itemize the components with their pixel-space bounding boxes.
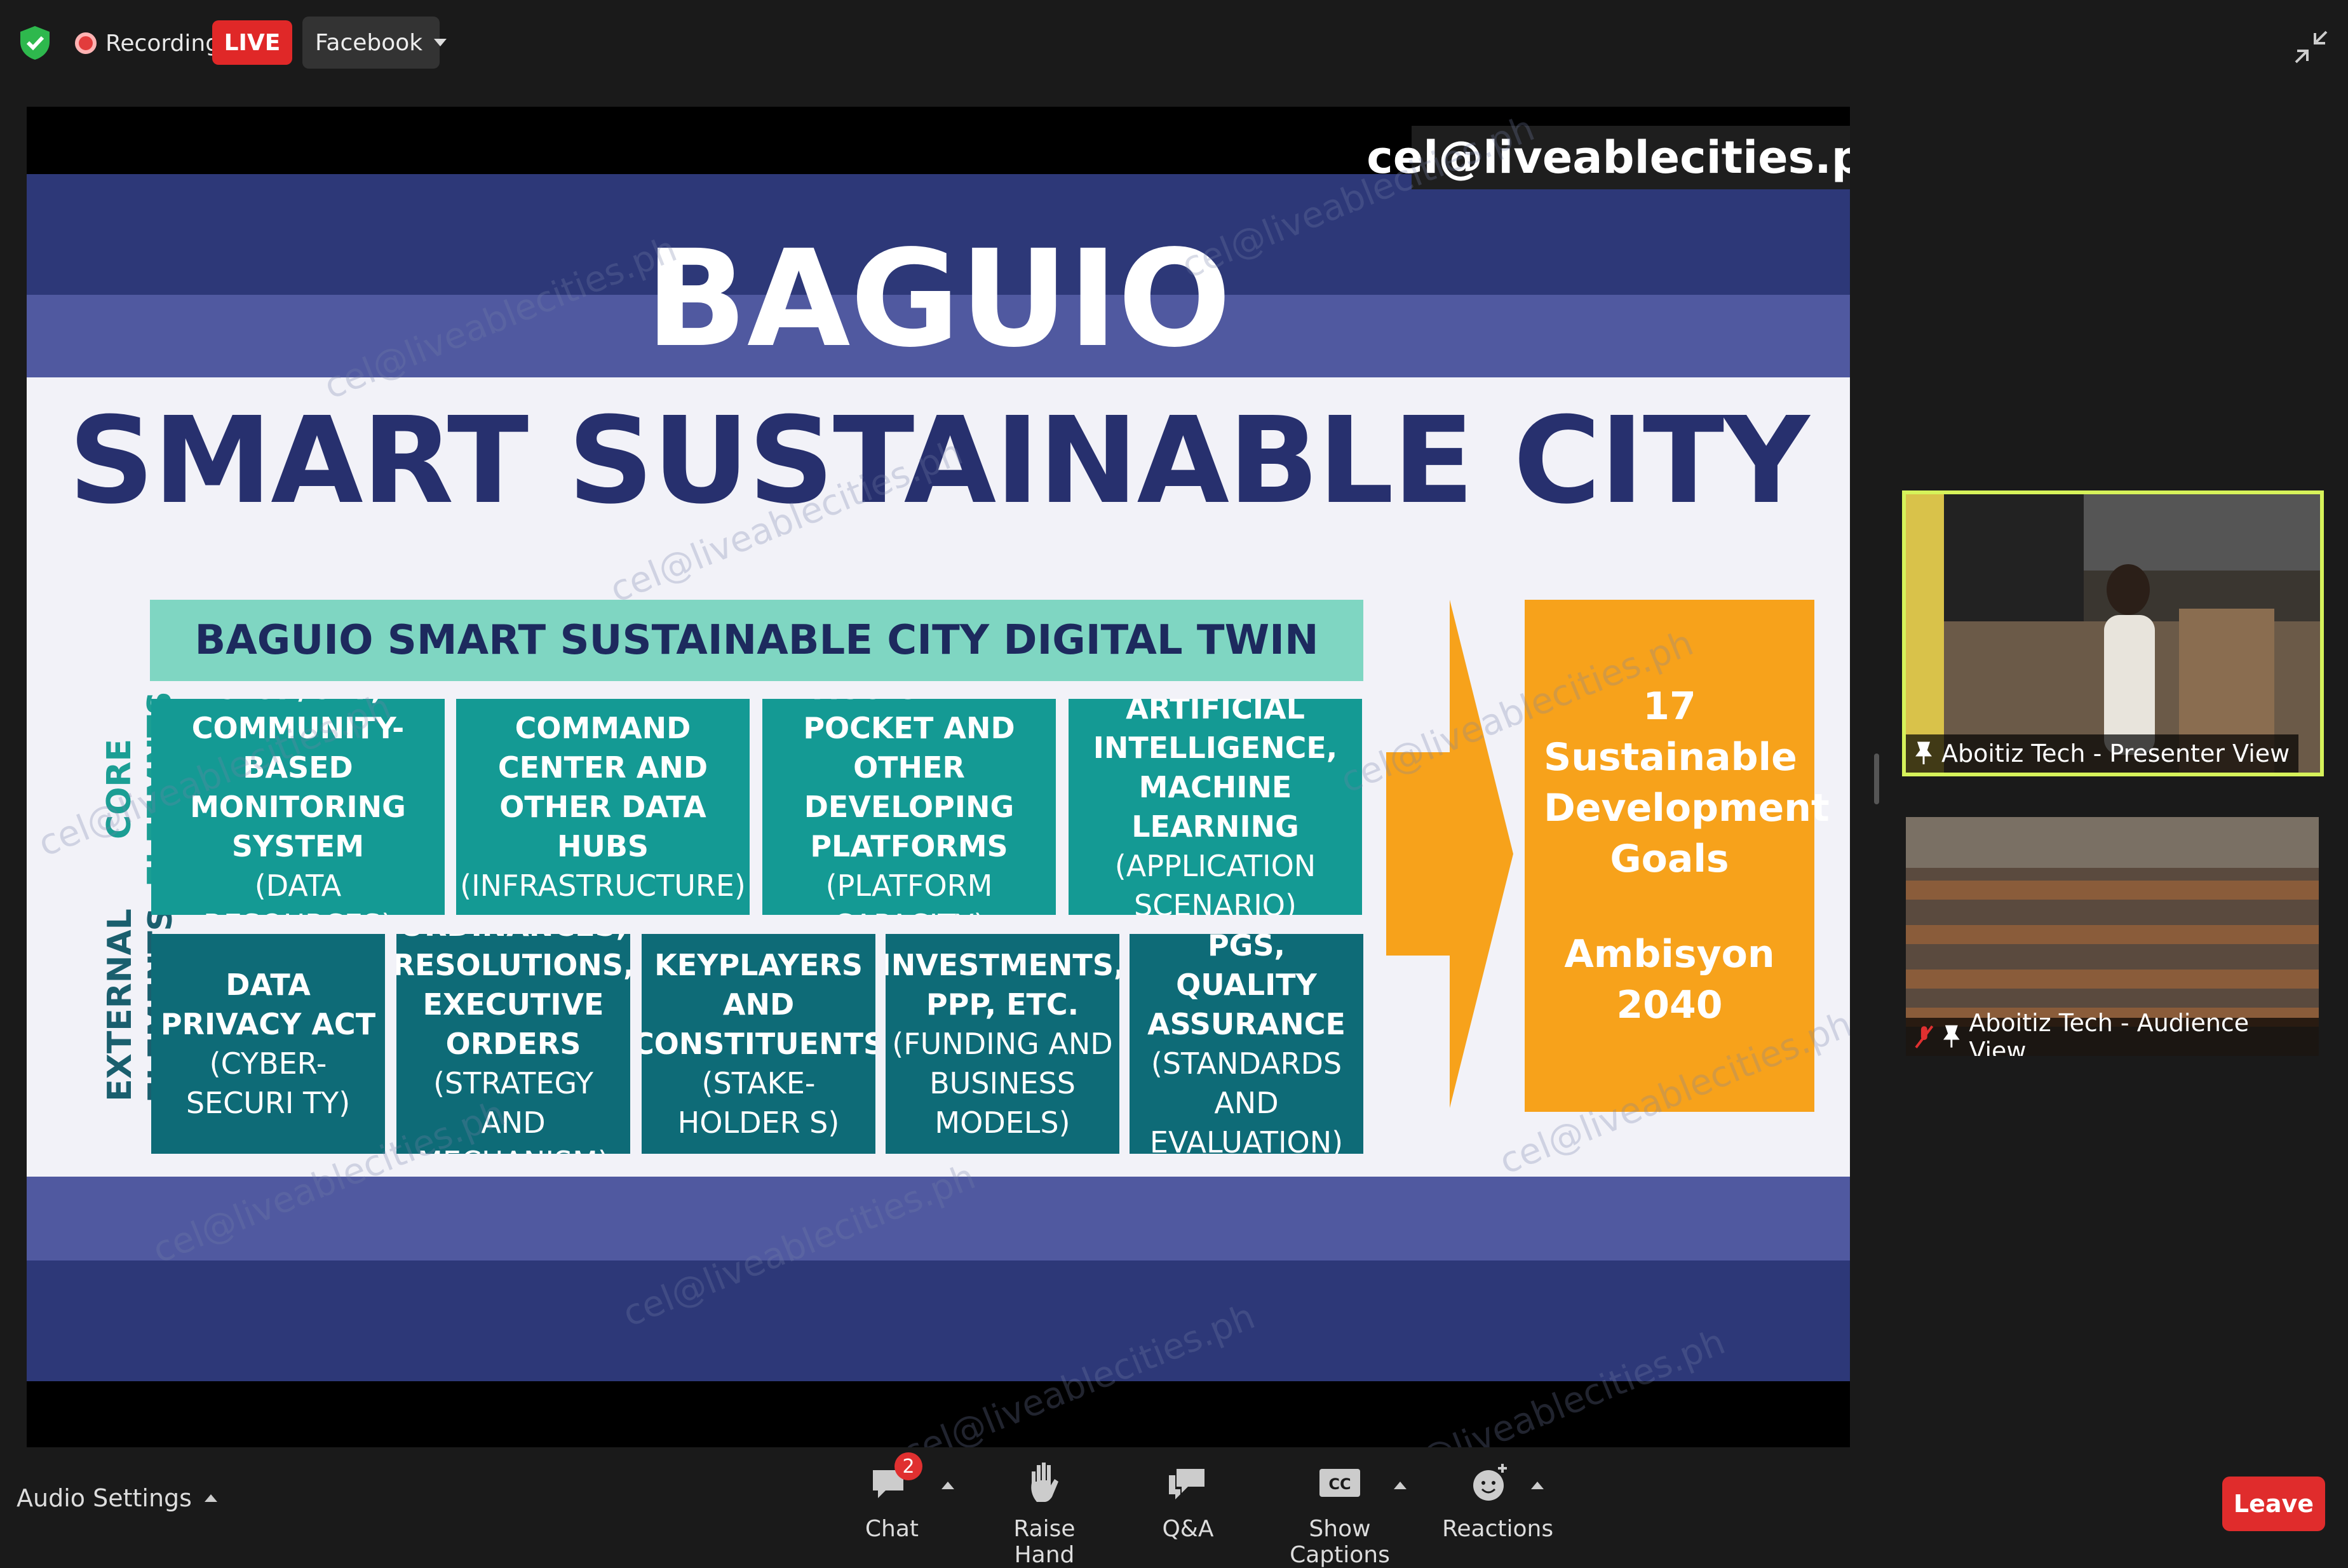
participant-name-bar: Aboitiz Tech - Presenter View [1906, 734, 2299, 773]
core-box-title: BAGUIO IN MY POCKET AND OTHER DEVELOPING… [792, 699, 1027, 863]
core-box-title: ARTIFICIAL INTELLIGENCE, MACHINE LEARNIN… [1093, 699, 1338, 844]
external-box-title: KEYPLAYERS AND CONSTITUENTS [642, 948, 875, 1061]
participant-video-audience[interactable]: Aboitiz Tech - Audience View [1906, 817, 2319, 1056]
external-box-title: ORDINANCES, RESOLUTIONS, EXECUTIVE ORDER… [396, 934, 630, 1061]
audio-settings-button[interactable]: Audio Settings [17, 1484, 217, 1512]
security-shield-icon[interactable] [17, 24, 53, 61]
show-captions-label: Show Captions [1290, 1516, 1390, 1568]
qa-icon [1163, 1457, 1213, 1508]
external-box-data-privacy: DATA PRIVACY ACT (CYBER-SECURI TY) [151, 934, 385, 1154]
meeting-controls-bar: Audio Settings 2 Chat Raise Hand Q&A CC … [0, 1449, 2348, 1568]
raise-hand-icon [1019, 1457, 1070, 1508]
arrow-right-icon [1386, 600, 1513, 1108]
audio-settings-label: Audio Settings [17, 1484, 192, 1512]
external-box-pgs: PGS, QUALITY ASSURANCE (STANDARDS AND EV… [1130, 934, 1363, 1154]
core-box-sub: (PLATFORM CAPACITY) [825, 868, 993, 915]
cc-icon-text: CC [1328, 1475, 1351, 1493]
closed-captions-icon: CC [1314, 1457, 1365, 1508]
external-box-title: DATA PRIVACY ACT [160, 968, 376, 1041]
core-box-sub: (APPLICATION SCENARIO) [1114, 849, 1316, 915]
shared-screen: cel@liveablecities.ph BAGUIO SMART SUSTA… [27, 107, 1850, 1447]
show-captions-button[interactable]: CC Show Captions [1267, 1457, 1413, 1568]
pin-icon [1915, 741, 1932, 764]
muted-mic-icon [1915, 1025, 1934, 1048]
core-box-title: COMMAND CENTER AND OTHER DATA HUBS [497, 711, 708, 863]
recording-indicator[interactable]: Recording [75, 24, 220, 62]
recording-label: Recording [105, 30, 220, 57]
chevron-down-icon [434, 39, 447, 46]
core-box-platform-capacity: BAGUIO IN MY POCKET AND OTHER DEVELOPING… [762, 699, 1056, 915]
reactions-options-chevron-up-icon[interactable] [1531, 1482, 1544, 1489]
stream-destination-label: Facebook [315, 29, 423, 56]
captions-options-chevron-up-icon[interactable] [1394, 1482, 1407, 1489]
participant-name: Aboitiz Tech - Presenter View [1941, 740, 2290, 767]
ambisyon-text: Ambisyon 2040 [1564, 932, 1775, 1027]
external-box-keyplayers: KEYPLAYERS AND CONSTITUENTS (STAKE-HOLDE… [642, 934, 875, 1154]
external-box-sub: (CYBER-SECURI TY) [186, 1046, 351, 1120]
external-label-line1: EXTERNAL [101, 909, 139, 1102]
participant-name-bar: Aboitiz Tech - Audience View [1906, 1009, 2319, 1056]
chat-button[interactable]: 2 Chat [864, 1452, 922, 1542]
qa-button[interactable]: Q&A [1156, 1457, 1220, 1542]
qa-label: Q&A [1162, 1516, 1214, 1542]
live-badge[interactable]: LIVE [212, 20, 292, 65]
external-box-sub: (STANDARDS AND EVALUATION) [1149, 1046, 1344, 1154]
chat-icon: 2 [867, 1452, 922, 1508]
meeting-top-bar: Recording LIVE Facebook [0, 0, 2348, 89]
reactions-button[interactable]: Reactions [1442, 1457, 1553, 1542]
chat-label: Chat [865, 1516, 919, 1542]
chevron-up-icon [204, 1494, 217, 1502]
external-box-investments: INVESTMENTS, PPP, ETC. (FUNDING AND BUSI… [886, 934, 1119, 1154]
participant-video-presenter[interactable]: Aboitiz Tech - Presenter View [1902, 490, 2324, 776]
leave-button[interactable]: Leave [2222, 1477, 2325, 1531]
chat-unread-badge: 2 [894, 1452, 922, 1480]
exit-fullscreen-icon[interactable] [2293, 29, 2329, 65]
core-box-infrastructure: COMMAND CENTER AND OTHER DATA HUBS (INFR… [456, 699, 750, 915]
presenter-video-feed [1906, 494, 2320, 773]
raise-hand-label: Raise Hand [1013, 1516, 1076, 1568]
external-box-sub: (FUNDING AND BUSINESS MODELS) [892, 1027, 1113, 1140]
slide-band-bottom [27, 1260, 1850, 1381]
core-box-sub: (INFRASTRUCTURE) [460, 868, 746, 903]
pin-icon [1943, 1025, 1960, 1048]
external-box-title: PGS, QUALITY ASSURANCE [1147, 934, 1346, 1041]
stream-destination-dropdown[interactable]: Facebook [302, 17, 447, 69]
reactions-smiley-icon [1464, 1457, 1515, 1508]
slide-title-baguio: BAGUIO [645, 221, 1232, 377]
participant-name: Aboitiz Tech - Audience View [1969, 1009, 2250, 1056]
panel-resize-handle[interactable] [1874, 754, 1879, 804]
recording-dot-icon [75, 32, 97, 54]
core-box-sub: (DATA RESOURCES) [203, 868, 393, 915]
reactions-label: Reactions [1442, 1516, 1554, 1542]
digital-twin-header: BAGUIO SMART SUSTAINABLE CITY DIGITAL TW… [150, 600, 1363, 681]
chat-options-chevron-up-icon[interactable] [941, 1482, 954, 1489]
external-box-sub: (STAKE-HOLDER S) [677, 1066, 840, 1140]
core-box-application-scenario: ARTIFICIAL INTELLIGENCE, MACHINE LEARNIN… [1069, 699, 1362, 915]
raise-hand-button[interactable]: Raise Hand [987, 1457, 1102, 1568]
external-box-title: INVESTMENTS, PPP, ETC. [886, 948, 1119, 1022]
